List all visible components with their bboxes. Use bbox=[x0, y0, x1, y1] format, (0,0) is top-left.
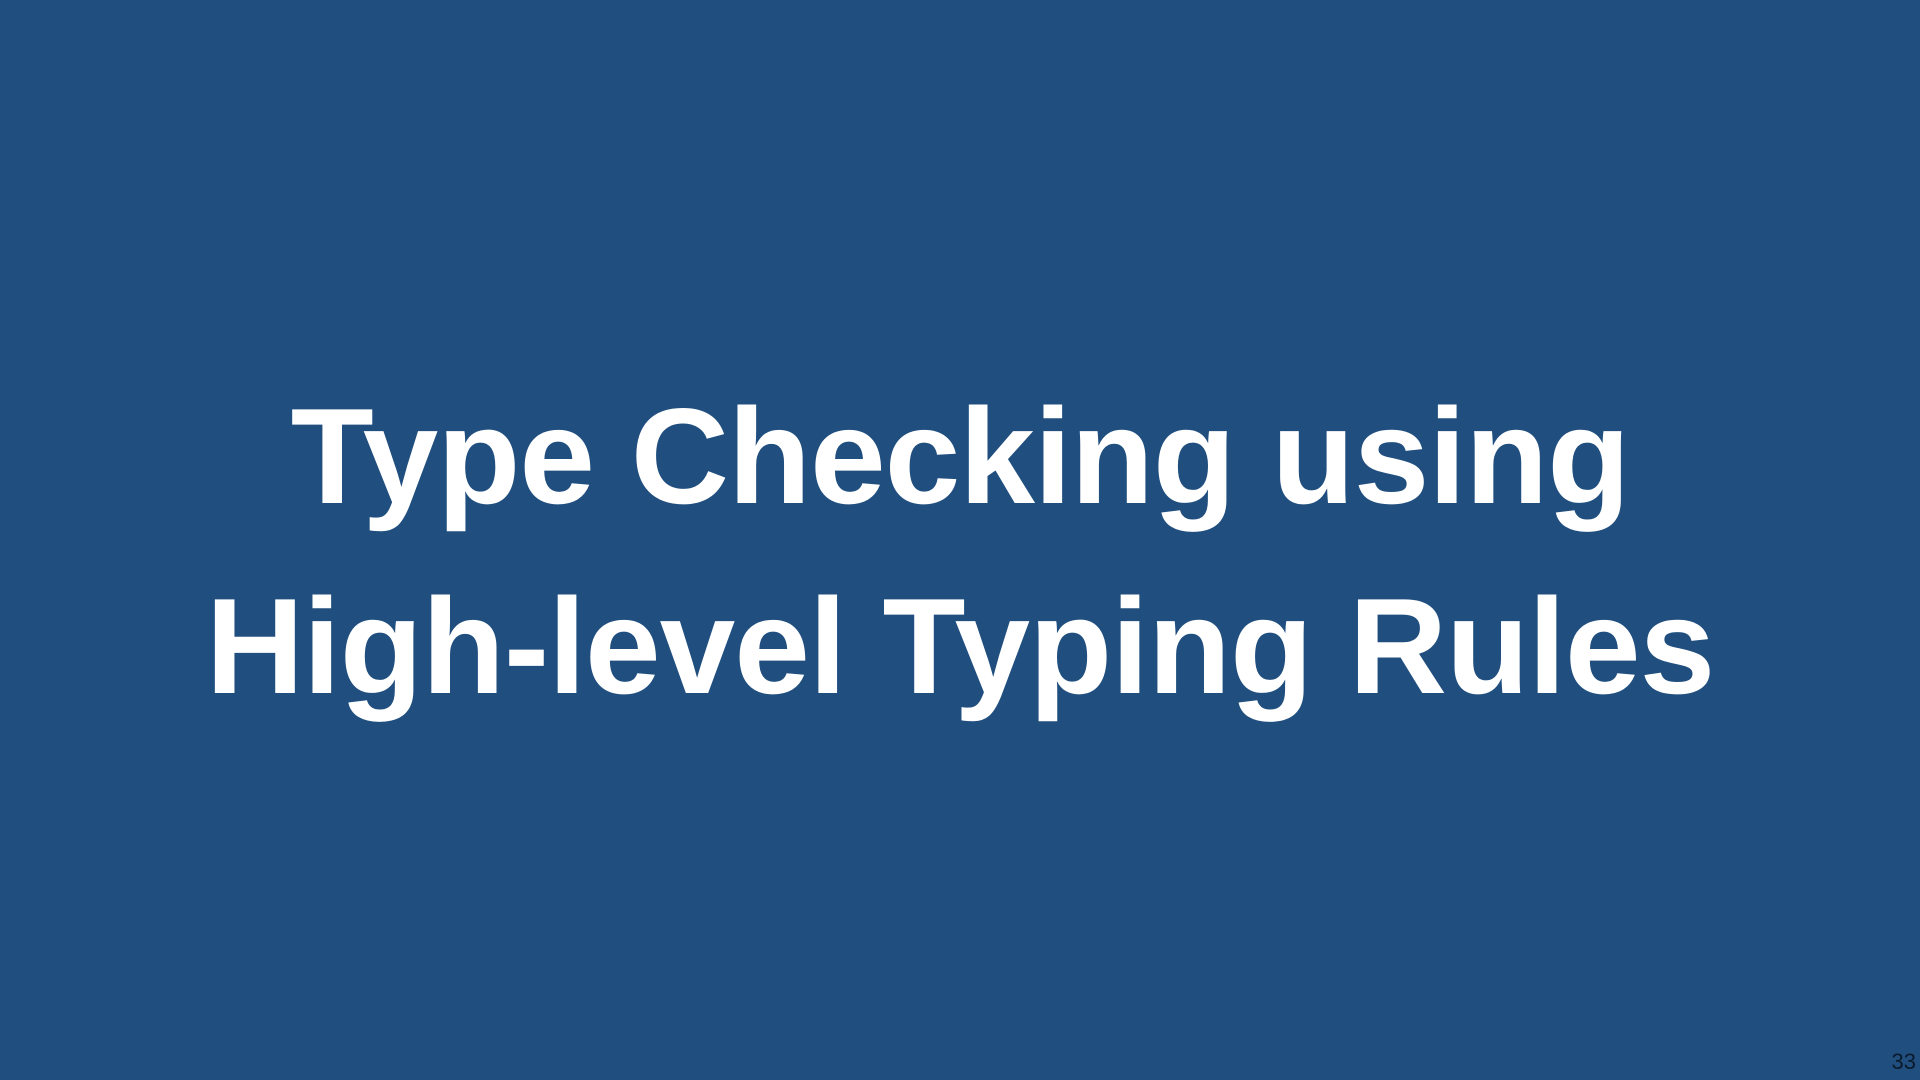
page-number: 33 bbox=[1891, 1049, 1916, 1074]
slide: Type Checking using High-level Typing Ru… bbox=[0, 0, 1920, 1080]
slide-title-line-2: High-level Typing Rules bbox=[205, 570, 1715, 722]
slide-title-line-1: Type Checking using bbox=[290, 380, 1631, 532]
title-container: Type Checking using High-level Typing Ru… bbox=[0, 0, 1920, 1080]
slide-title: Type Checking using High-level Typing Ru… bbox=[205, 361, 1715, 741]
